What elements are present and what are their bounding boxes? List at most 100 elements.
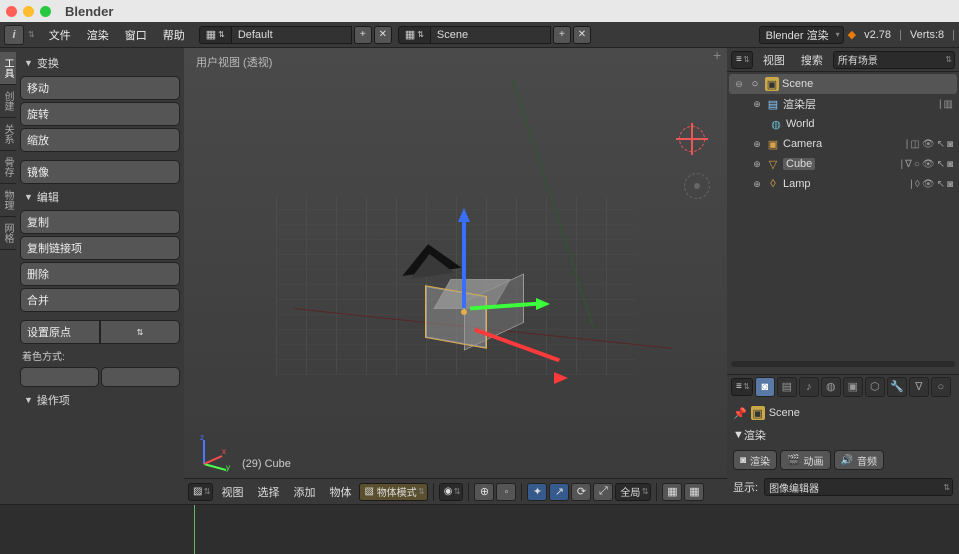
eye-icon[interactable]: 👁	[922, 139, 935, 150]
manipulate-center-button[interactable]: ◦	[496, 483, 516, 501]
layout-add-button[interactable]: +	[354, 26, 372, 44]
mirror-button[interactable]: 镜像	[20, 160, 180, 184]
tree-row-cube[interactable]: ⊕ ▽ Cube |∇○👁↖◙	[729, 154, 957, 174]
close-window-button[interactable]	[6, 6, 17, 17]
playhead[interactable]	[194, 505, 195, 554]
audio-button[interactable]: 🔊音频	[834, 450, 884, 470]
render-layer-link-icon[interactable]: |	[939, 99, 942, 110]
tree-row-camera[interactable]: ⊕ ▣ Camera |◫👁↖◙	[729, 134, 957, 154]
mesh-data-icon[interactable]: ∇	[905, 159, 912, 170]
render-button[interactable]: ◙渲染	[733, 450, 777, 470]
menu-render[interactable]: 渲染	[79, 22, 117, 47]
minimize-window-button[interactable]	[23, 6, 34, 17]
render-icon[interactable]: ◙	[947, 159, 953, 170]
scale-button[interactable]: 缩放	[20, 128, 180, 152]
menu-window[interactable]: 窗口	[117, 22, 155, 47]
tree-row-renderlayers[interactable]: ⊕ ▤ 渲染层 |▥	[729, 94, 957, 114]
vp-menu-add[interactable]: 添加	[287, 484, 321, 500]
render-layer-icon[interactable]: ▥	[944, 99, 953, 110]
prop-tab-render[interactable]: ◙	[755, 377, 775, 397]
material-icon[interactable]: ○	[914, 159, 920, 170]
delete-button[interactable]: 删除	[20, 262, 180, 286]
prop-tab-material[interactable]: ○	[931, 377, 951, 397]
cursor-icon[interactable]: ↖	[937, 179, 945, 190]
prop-tab-data[interactable]: ∇	[909, 377, 929, 397]
3d-viewport[interactable]: 用户视图 (透视) + z y x	[184, 48, 727, 478]
pin-icon[interactable]: 📌	[733, 407, 747, 420]
display-dropdown[interactable]: 图像编辑器	[764, 478, 953, 496]
tool-tab-relations[interactable]: 关系	[0, 118, 16, 151]
expand-icon[interactable]: ⊕	[751, 99, 763, 110]
tool-tab-physics[interactable]: 物理	[0, 184, 16, 217]
outliner-menu-search[interactable]: 搜索	[795, 52, 829, 68]
lamp-data-icon[interactable]: ◊	[915, 179, 920, 190]
lamp-object[interactable]	[684, 173, 710, 199]
set-origin-dropdown[interactable]: ⇅	[100, 320, 180, 344]
scale-manipulator-button[interactable]: ⤢	[593, 483, 613, 501]
editor-type-dropdown[interactable]: ▨	[188, 483, 213, 501]
render-icon[interactable]: ◙	[947, 139, 953, 150]
layers-button[interactable]: ▦	[662, 483, 682, 501]
eye-icon[interactable]: 👁	[922, 159, 935, 170]
vp-menu-object[interactable]: 物体	[323, 484, 357, 500]
cursor-icon[interactable]: ↖	[937, 159, 945, 170]
layout-browse-button[interactable]: ▦⇅	[199, 26, 232, 44]
layers-button-2[interactable]: ▦	[684, 483, 704, 501]
expand-icon[interactable]: ⊕	[751, 139, 763, 150]
transform-gizmo[interactable]	[464, 308, 466, 310]
maximize-window-button[interactable]	[40, 6, 51, 17]
vp-menu-view[interactable]: 视图	[215, 484, 249, 500]
layout-delete-button[interactable]: ✕	[374, 26, 392, 44]
panel-history-header[interactable]: ▼ 操作项	[20, 389, 180, 411]
menu-help[interactable]: 帮助	[155, 22, 193, 47]
vp-menu-select[interactable]: 选择	[251, 484, 285, 500]
scene-browse-button[interactable]: ▦⇅	[398, 26, 431, 44]
info-editor-icon[interactable]: i	[4, 25, 24, 45]
scene-delete-button[interactable]: ✕	[573, 26, 591, 44]
render-icon[interactable]: ◙	[947, 179, 953, 190]
3d-cursor[interactable]	[679, 126, 705, 152]
properties-editor-dropdown[interactable]: ≡	[731, 378, 753, 396]
panel-edit-header[interactable]: ▼ 编辑	[20, 186, 180, 208]
outliner-menu-view[interactable]: 视图	[757, 52, 791, 68]
timeline-editor[interactable]	[0, 504, 959, 554]
shading-flat-button[interactable]	[101, 367, 180, 387]
tool-tab-bones[interactable]: 骨存	[0, 151, 16, 184]
outliner-filter-dropdown[interactable]: 所有场景	[833, 51, 955, 69]
eye-icon[interactable]: 👁	[922, 179, 935, 190]
menu-file[interactable]: 文件	[41, 22, 79, 47]
dropdown-icon[interactable]: ⇅	[28, 30, 35, 39]
manipulator-toggle[interactable]: ✦	[527, 483, 547, 501]
tool-tab-create[interactable]: 创建	[0, 85, 16, 118]
expand-icon[interactable]: ⊕	[751, 179, 763, 190]
cursor-icon[interactable]: ↖	[937, 139, 945, 150]
expand-icon[interactable]: ⊕	[751, 159, 763, 170]
pivot-dropdown[interactable]: ⊕	[474, 483, 494, 501]
prop-tab-constraints[interactable]: ⬡	[865, 377, 885, 397]
outliner-editor-dropdown[interactable]: ≡	[731, 51, 753, 69]
tool-tab-mesh[interactable]: 网格	[0, 217, 16, 250]
prop-tab-scene[interactable]: ♪	[799, 377, 819, 397]
shading-smooth-button[interactable]	[20, 367, 99, 387]
tool-tab-tools[interactable]: 工具	[0, 52, 16, 85]
duplicate-button[interactable]: 复制	[20, 210, 180, 234]
orientation-dropdown[interactable]: 全局	[615, 483, 651, 501]
prop-tab-object[interactable]: ▣	[843, 377, 863, 397]
collapse-icon[interactable]: ⊖	[733, 79, 745, 90]
viewport-shading-dropdown[interactable]: ◉	[439, 483, 464, 501]
rotate-manipulator-button[interactable]: ⟳	[571, 483, 591, 501]
region-split-handle[interactable]: +	[713, 50, 725, 62]
scene-add-button[interactable]: +	[553, 26, 571, 44]
render-engine-dropdown[interactable]: Blender 渲染	[759, 26, 844, 44]
tree-row-world[interactable]: ◍ World	[729, 114, 957, 134]
set-origin-button[interactable]: 设置原点	[20, 320, 100, 344]
duplicate-linked-button[interactable]: 复制链接项	[20, 236, 180, 260]
move-button[interactable]: 移动	[20, 76, 180, 100]
rotate-button[interactable]: 旋转	[20, 102, 180, 126]
join-button[interactable]: 合并	[20, 288, 180, 312]
mode-dropdown[interactable]: ▧ 物体模式	[359, 483, 427, 501]
animation-button[interactable]: 🎬动画	[780, 450, 830, 470]
tree-row-lamp[interactable]: ⊕ ◊ Lamp |◊👁↖◙	[729, 174, 957, 194]
scene-name-field[interactable]: Scene	[431, 26, 551, 44]
camera-data-icon[interactable]: ◫	[910, 139, 919, 150]
